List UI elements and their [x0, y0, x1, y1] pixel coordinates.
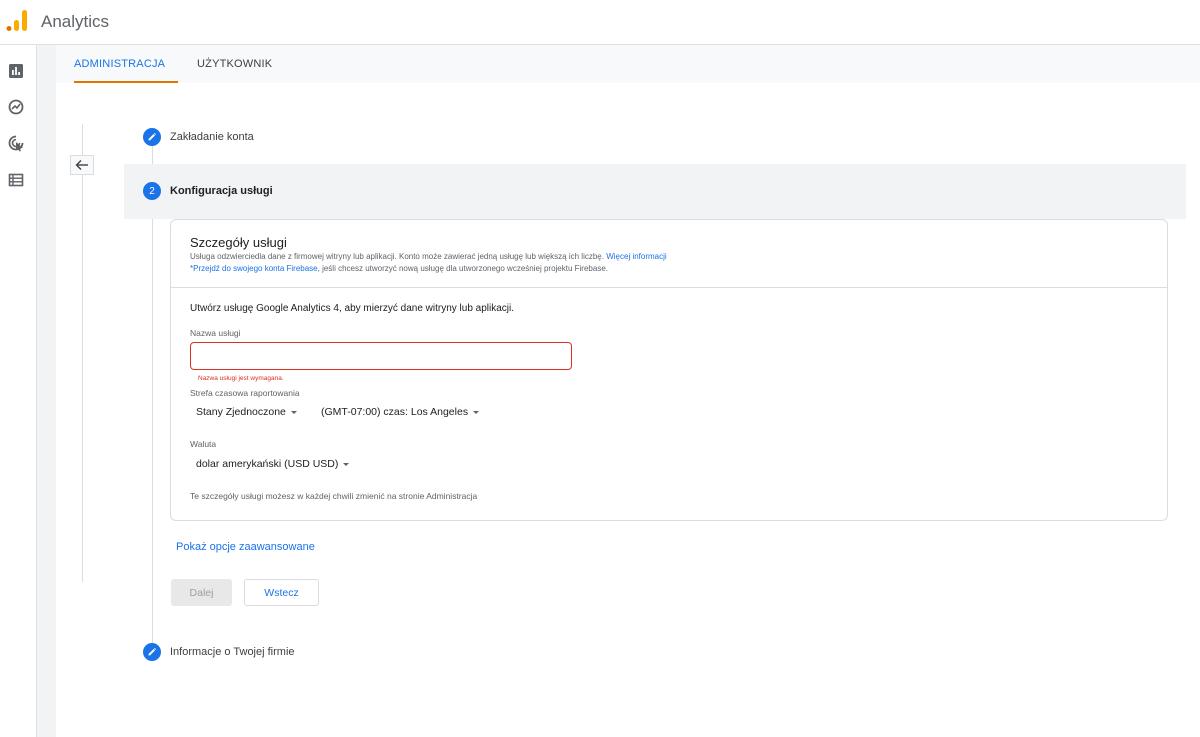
stepper-connector-bottom	[152, 219, 153, 644]
chevron-down-icon	[343, 462, 350, 466]
firebase-note-text: , jeśli chcesz utworzyć nową usługę dla …	[317, 264, 608, 273]
arrow-back-icon	[75, 160, 88, 170]
firebase-link[interactable]: *Przejdź do swojego konta Firebase	[190, 264, 318, 273]
currency-select-value: dolar amerykański (USD USD)	[196, 458, 339, 470]
step-3-done-indicator	[143, 643, 161, 661]
country-select[interactable]: Stany Zjednoczone	[196, 404, 297, 420]
back-button[interactable]: Wstecz	[244, 579, 319, 606]
app-title: Analytics	[41, 12, 110, 31]
advertising-icon[interactable]	[7, 134, 25, 152]
timezone-label: Strefa czasowa raportowania	[190, 388, 300, 398]
card-description-text: Usługa odzwierciedla dane z firmowej wit…	[190, 252, 604, 261]
step-2-number-badge: 2	[143, 182, 161, 200]
card-title: Szczegóły usługi	[190, 235, 287, 250]
card-header: Szczegóły usługi Usługa odzwierciedla da…	[171, 220, 1167, 288]
property-name-error: Nazwa usługi jest wymagana.	[198, 375, 284, 382]
admin-tab-bar: ADMINISTRACJA UŻYTKOWNIK	[56, 45, 1200, 83]
chevron-down-icon	[290, 410, 297, 414]
show-advanced-options-link[interactable]: Pokaż opcje zaawansowane	[176, 541, 315, 553]
tab-uzytkownik[interactable]: UŻYTKOWNIK	[197, 45, 272, 83]
property-name-label: Nazwa usługi	[190, 328, 241, 338]
reports-icon[interactable]	[7, 62, 25, 80]
outer-stepper-line	[82, 124, 83, 582]
pencil-icon	[148, 132, 157, 141]
explore-icon[interactable]	[7, 98, 25, 116]
step-3-label[interactable]: Informacje o Twojej firmie	[170, 646, 295, 658]
configure-icon[interactable]	[7, 171, 25, 189]
property-name-input[interactable]	[190, 342, 572, 370]
active-step-row	[124, 164, 1186, 219]
next-button[interactable]: Dalej	[171, 579, 232, 606]
timezone-select-value: (GMT-07:00) czas: Los Angeles	[321, 406, 469, 418]
step-1-label[interactable]: Zakładanie konta	[170, 131, 254, 143]
step-2-label: Konfiguracja usługi	[170, 185, 273, 197]
country-select-value: Stany Zjednoczone	[196, 406, 286, 418]
step-1-done-indicator	[143, 128, 161, 146]
create-property-intro: Utwórz usługę Google Analytics 4, aby mi…	[190, 303, 515, 314]
pencil-icon	[148, 647, 157, 656]
currency-label: Waluta	[190, 439, 217, 449]
left-gutter	[37, 45, 56, 737]
timezone-select[interactable]: (GMT-07:00) czas: Los Angeles	[321, 404, 480, 420]
more-info-link[interactable]: Więcej informacji	[606, 252, 666, 261]
card-footer-note: Te szczegóły usługi możesz w każdej chwi…	[190, 491, 478, 501]
card-description: Usługa odzwierciedla dane z firmowej wit…	[190, 252, 667, 261]
tab-administracja[interactable]: ADMINISTRACJA	[74, 45, 178, 83]
top-bar: Analytics	[0, 0, 1200, 45]
stepper-connector-top	[152, 146, 153, 164]
back-arrow-button[interactable]	[70, 155, 94, 175]
chevron-down-icon	[473, 410, 480, 414]
analytics-logo-icon[interactable]	[6, 10, 28, 32]
left-navigation-rail	[0, 45, 37, 737]
currency-select[interactable]: dolar amerykański (USD USD)	[196, 456, 350, 472]
firebase-note: *Przejdź do swojego konta Firebase, jeśl…	[190, 264, 608, 273]
property-details-card: Szczegóły usługi Usługa odzwierciedla da…	[170, 219, 1168, 521]
